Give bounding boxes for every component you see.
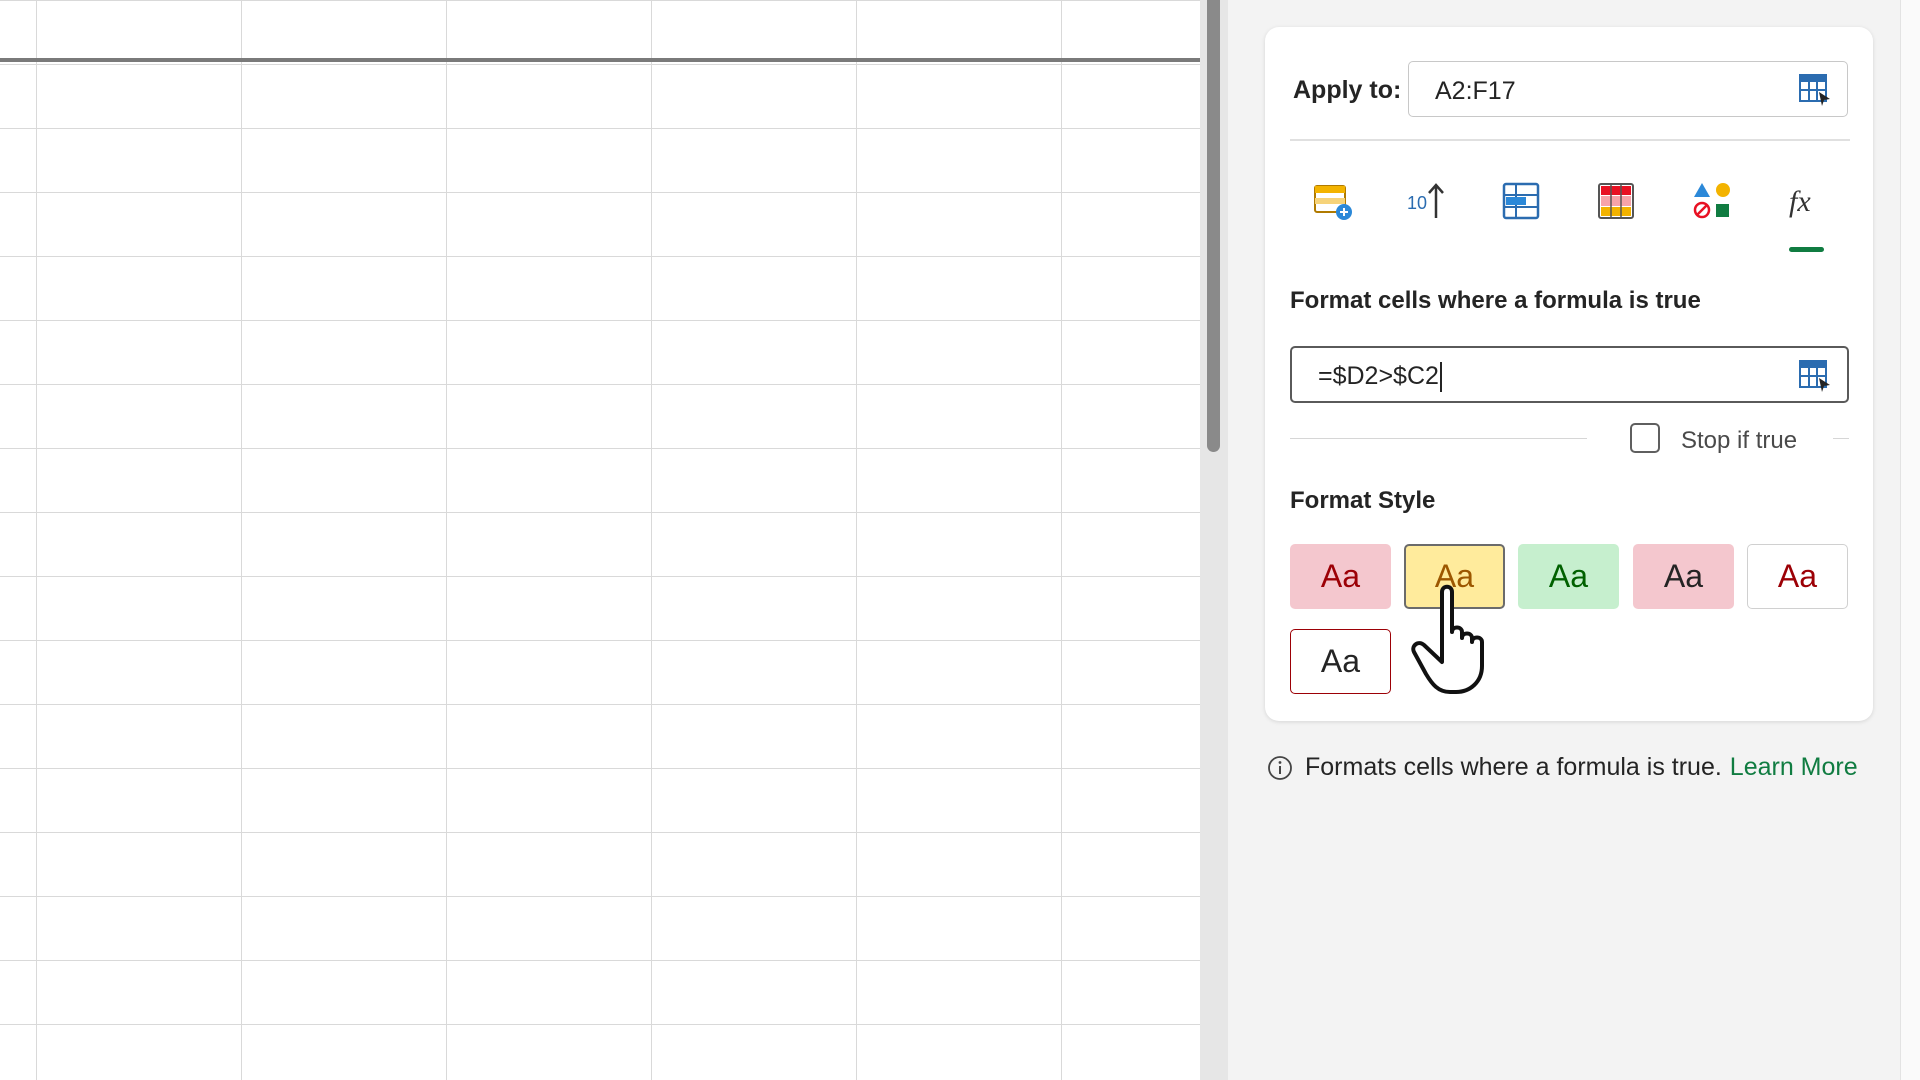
stop-if-true-label: Stop if true	[1681, 427, 1798, 454]
formula-input[interactable]: =$D2>$C2	[1290, 346, 1849, 403]
format-swatch-5[interactable]: Aa	[1747, 544, 1848, 609]
apply-to-label: Apply to:	[1293, 76, 1402, 104]
formula-text: =$D2>$C2	[1318, 362, 1439, 390]
formula-range-select-icon[interactable]	[1797, 358, 1833, 394]
stop-if-true-checkbox[interactable]	[1630, 423, 1660, 453]
formula-icon[interactable]: fx	[1783, 178, 1829, 224]
info-line: Formats cells where a formula is true. L…	[1267, 753, 1858, 782]
format-swatch-1[interactable]: Aa	[1290, 544, 1391, 609]
color-scales-icon[interactable]	[1593, 178, 1639, 224]
learn-more-link[interactable]: Learn More	[1730, 753, 1858, 782]
text-caret	[1439, 362, 1442, 393]
info-icon	[1268, 755, 1292, 780]
apply-to-range-value: A2:F17	[1435, 77, 1516, 105]
top-bottom-glyph: 10	[1407, 193, 1427, 213]
stop-divider-left	[1290, 438, 1587, 439]
formula-section-title: Format cells where a formula is true	[1290, 287, 1701, 314]
spreadsheet-grid[interactable]	[0, 0, 1200, 1080]
scrollbar-thumb[interactable]	[1207, 0, 1220, 452]
divider	[1290, 139, 1850, 141]
icon-sets-icon[interactable]	[1689, 178, 1735, 224]
active-tab-indicator	[1789, 247, 1824, 252]
data-bars-icon[interactable]	[1498, 178, 1544, 224]
stop-divider-right	[1833, 438, 1849, 439]
pane-scroll-edge	[1900, 0, 1920, 1080]
apply-to-range-input[interactable]: A2:F17	[1408, 61, 1848, 117]
cell-border-line	[0, 58, 1200, 62]
format-swatch-3[interactable]: Aa	[1518, 544, 1619, 609]
info-text: Formats cells where a formula is true.	[1305, 753, 1722, 781]
hand-cursor-icon	[1411, 584, 1484, 694]
format-style-title: Format Style	[1290, 487, 1436, 514]
range-select-icon[interactable]	[1797, 72, 1833, 108]
format-swatch-4[interactable]: Aa	[1633, 544, 1734, 609]
formula-value: =$D2>$C2	[1318, 362, 1442, 393]
format-swatch-6[interactable]: Aa	[1290, 629, 1391, 694]
formula-glyph: fx	[1789, 185, 1811, 218]
highlight-cells-icon[interactable]	[1310, 178, 1356, 224]
top-bottom-icon[interactable]: 10	[1403, 178, 1449, 224]
